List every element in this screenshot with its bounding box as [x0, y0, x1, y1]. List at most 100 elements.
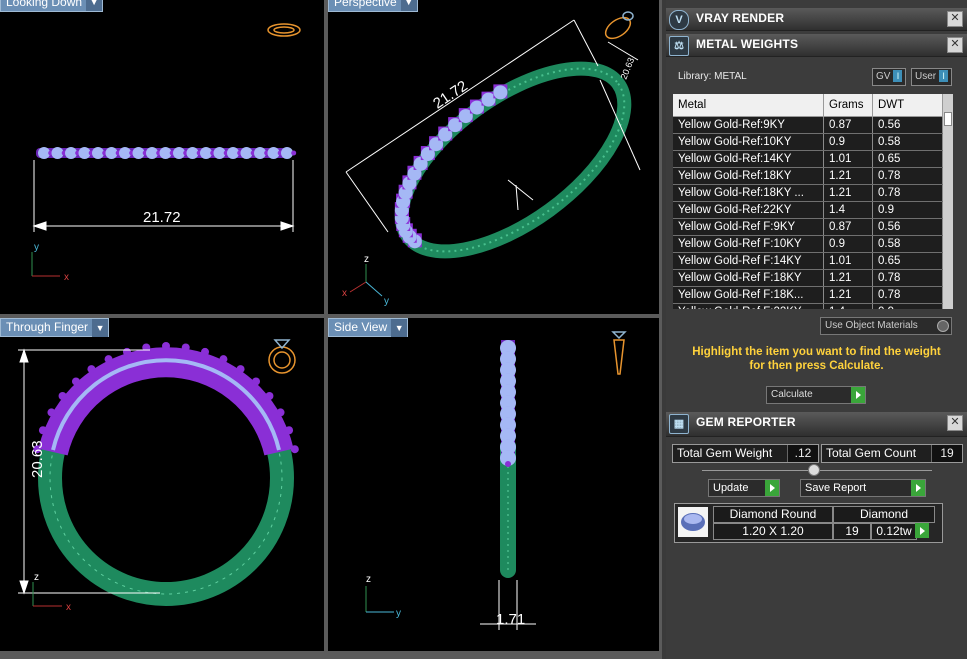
column-header-grams[interactable]: Grams [823, 94, 873, 117]
user-toggle-label: User [915, 71, 937, 82]
column-header-metal[interactable]: Metal [673, 94, 824, 117]
grams-cell: 1.21 [823, 167, 873, 185]
close-icon[interactable]: ✕ [947, 11, 963, 27]
play-icon [911, 480, 925, 496]
stone [493, 85, 508, 100]
chevron-down-icon[interactable]: ▼ [391, 319, 408, 337]
table-row[interactable]: Yellow Gold-Ref:14KY 1.01 0.65 [673, 150, 943, 168]
grams-cell: 0.87 [823, 116, 873, 134]
slider-knob[interactable] [808, 464, 820, 476]
viewport-tab-through-finger[interactable]: Through Finger ▼ [0, 318, 110, 337]
use-object-materials-toggle[interactable]: Use Object Materials [820, 317, 952, 335]
chevron-down-icon[interactable]: ▼ [400, 0, 417, 11]
toggle-indicator: I [893, 70, 903, 83]
panel-title: VRAY RENDER [696, 11, 785, 25]
ring-perspective [394, 61, 632, 259]
gv-toggle-label: GV [876, 71, 891, 82]
dwt-cell: 0.58 [872, 235, 943, 253]
metal-name-cell: Yellow Gold-Ref F:10KY [673, 235, 824, 253]
metal-name-cell: Yellow Gold-Ref F:9KY [673, 218, 824, 236]
total-gem-count-field: Total Gem Count 19 [821, 444, 963, 463]
table-row[interactable]: Yellow Gold-Ref:18KY ... 1.21 0.78 [673, 184, 943, 202]
save-report-button-label: Save Report [805, 482, 867, 494]
table-row[interactable]: Yellow Gold-Ref F:18K... 1.21 0.78 [673, 286, 943, 304]
gv-toggle[interactable]: GV I [872, 68, 907, 86]
viewport-through-finger[interactable]: Through Finger ▼ 20.63 z x [0, 318, 324, 651]
dwt-cell: 0.78 [872, 167, 943, 185]
viewport-looking-down[interactable]: Looking Down ▼ 21.72 y x [0, 0, 324, 314]
vray-icon: V [669, 10, 689, 30]
save-report-button[interactable]: Save Report [800, 479, 926, 497]
prong [122, 347, 131, 356]
viewport-tab-label: Perspective [334, 0, 397, 9]
table-scrollbar[interactable] [943, 94, 953, 309]
grams-cell: 1.4 [823, 201, 873, 219]
hint-line-2: for then press Calculate. [749, 360, 884, 372]
dwt-cell: 0.56 [872, 218, 943, 236]
gem-slider[interactable] [702, 464, 932, 476]
table-row[interactable]: Yellow Gold-Ref F:14KY 1.01 0.65 [673, 252, 943, 270]
axis-label-y: y [384, 296, 389, 307]
dimension-line [345, 19, 641, 233]
table-row[interactable]: Yellow Gold-Ref F:18KY 1.21 0.78 [673, 269, 943, 287]
gem-count: 19 [833, 523, 871, 540]
table-row[interactable]: Yellow Gold-Ref F:22KY1.40.9 [673, 303, 943, 309]
gem-reporter-header[interactable]: ▦ GEM REPORTER ✕ [666, 412, 967, 437]
table-row[interactable]: Yellow Gold-Ref:22KY 1.4 0.9 [673, 201, 943, 219]
metal-weights-header[interactable]: ⚖ METAL WEIGHTS ✕ [666, 34, 967, 57]
dwt-cell: 0.9 [872, 201, 943, 219]
library-label: Library: [678, 71, 712, 82]
prong [236, 365, 245, 374]
axis-label-x: x [64, 272, 69, 283]
user-toggle[interactable]: User I [911, 68, 953, 86]
table-row[interactable]: Yellow Gold-Ref:18KY 1.21 0.78 [673, 167, 943, 185]
update-button[interactable]: Update [708, 479, 780, 497]
prong [181, 343, 190, 352]
grams-cell: 1.01 [823, 150, 873, 168]
calculate-hint: Highlight the item you want to find the … [666, 345, 967, 373]
dwt-cell: 0.78 [872, 184, 943, 202]
prong [290, 445, 299, 454]
scrollbar-thumb[interactable] [944, 112, 952, 126]
gem-reporter-icon: ▦ [669, 414, 689, 434]
table-row[interactable]: Yellow Gold-Ref F:10KY 0.9 0.58 [673, 235, 943, 253]
column-header-dwt[interactable]: DWT [872, 94, 943, 117]
gem-list-item[interactable]: Diamond Round 1.20 X 1.20 Diamond 19 0.1… [674, 503, 943, 543]
dwt-cell: 0.58 [872, 133, 943, 151]
chevron-down-icon[interactable]: ▼ [92, 319, 109, 337]
table-row[interactable]: Yellow Gold-Ref F:9KY 0.87 0.56 [673, 218, 943, 236]
table-header-row: Metal Grams DWT [673, 94, 943, 117]
calculate-button[interactable]: Calculate [766, 386, 866, 404]
viewport-perspective[interactable]: Perspective ▼ 21.72 20.63 z x y [328, 0, 659, 314]
metal-name-cell: Yellow Gold-Ref:14KY [673, 150, 824, 168]
dimension-label: 20.63 [29, 440, 46, 478]
chevron-down-icon[interactable]: ▼ [86, 0, 103, 11]
table-row[interactable]: Yellow Gold-Ref:9KY 0.87 0.56 [673, 116, 943, 134]
grams-cell: 0.87 [823, 218, 873, 236]
table-row[interactable]: Yellow Gold-Ref:10KY 0.9 0.58 [673, 133, 943, 151]
close-icon[interactable]: ✕ [947, 415, 963, 431]
update-button-label: Update [713, 482, 749, 494]
dimension-label-side: 20.63 [619, 56, 637, 81]
viewport-side-view[interactable]: Side View ▼ 1.71 z y [328, 318, 659, 651]
metal-name-cell: Yellow Gold-Ref:18KY [673, 167, 824, 185]
gem-detail-button[interactable] [915, 523, 929, 538]
ring-side-icon [611, 331, 627, 375]
dwt-cell: 0.65 [872, 252, 943, 270]
total-gem-weight-field: Total Gem Weight .12 [672, 444, 819, 463]
ring-top-view [36, 147, 297, 159]
metal-name-cell: Yellow Gold-Ref:18KY ... [673, 184, 824, 202]
viewport-tab-looking-down[interactable]: Looking Down ▼ [0, 0, 104, 12]
viewport-tab-perspective[interactable]: Perspective ▼ [328, 0, 418, 12]
dimension-label: 1.71 [496, 611, 525, 628]
metal-name-cell: Yellow Gold-Ref F:18K... [673, 286, 824, 304]
axis-label-y: y [34, 242, 39, 253]
metal-weights-table[interactable]: Metal Grams DWT Yellow Gold-Ref:9KY 0.87 0… [673, 94, 953, 309]
metal-name-cell: Yellow Gold-Ref F:22KY [673, 303, 824, 309]
viewport-tab-side-view[interactable]: Side View ▼ [328, 318, 409, 337]
dwt-cell: 0.78 [872, 269, 943, 287]
close-icon[interactable]: ✕ [947, 37, 963, 53]
diamond-thumbnail [678, 507, 708, 537]
vray-render-header[interactable]: V VRAY RENDER ✕ [666, 8, 967, 31]
viewport-tab-label: Through Finger [6, 320, 89, 334]
